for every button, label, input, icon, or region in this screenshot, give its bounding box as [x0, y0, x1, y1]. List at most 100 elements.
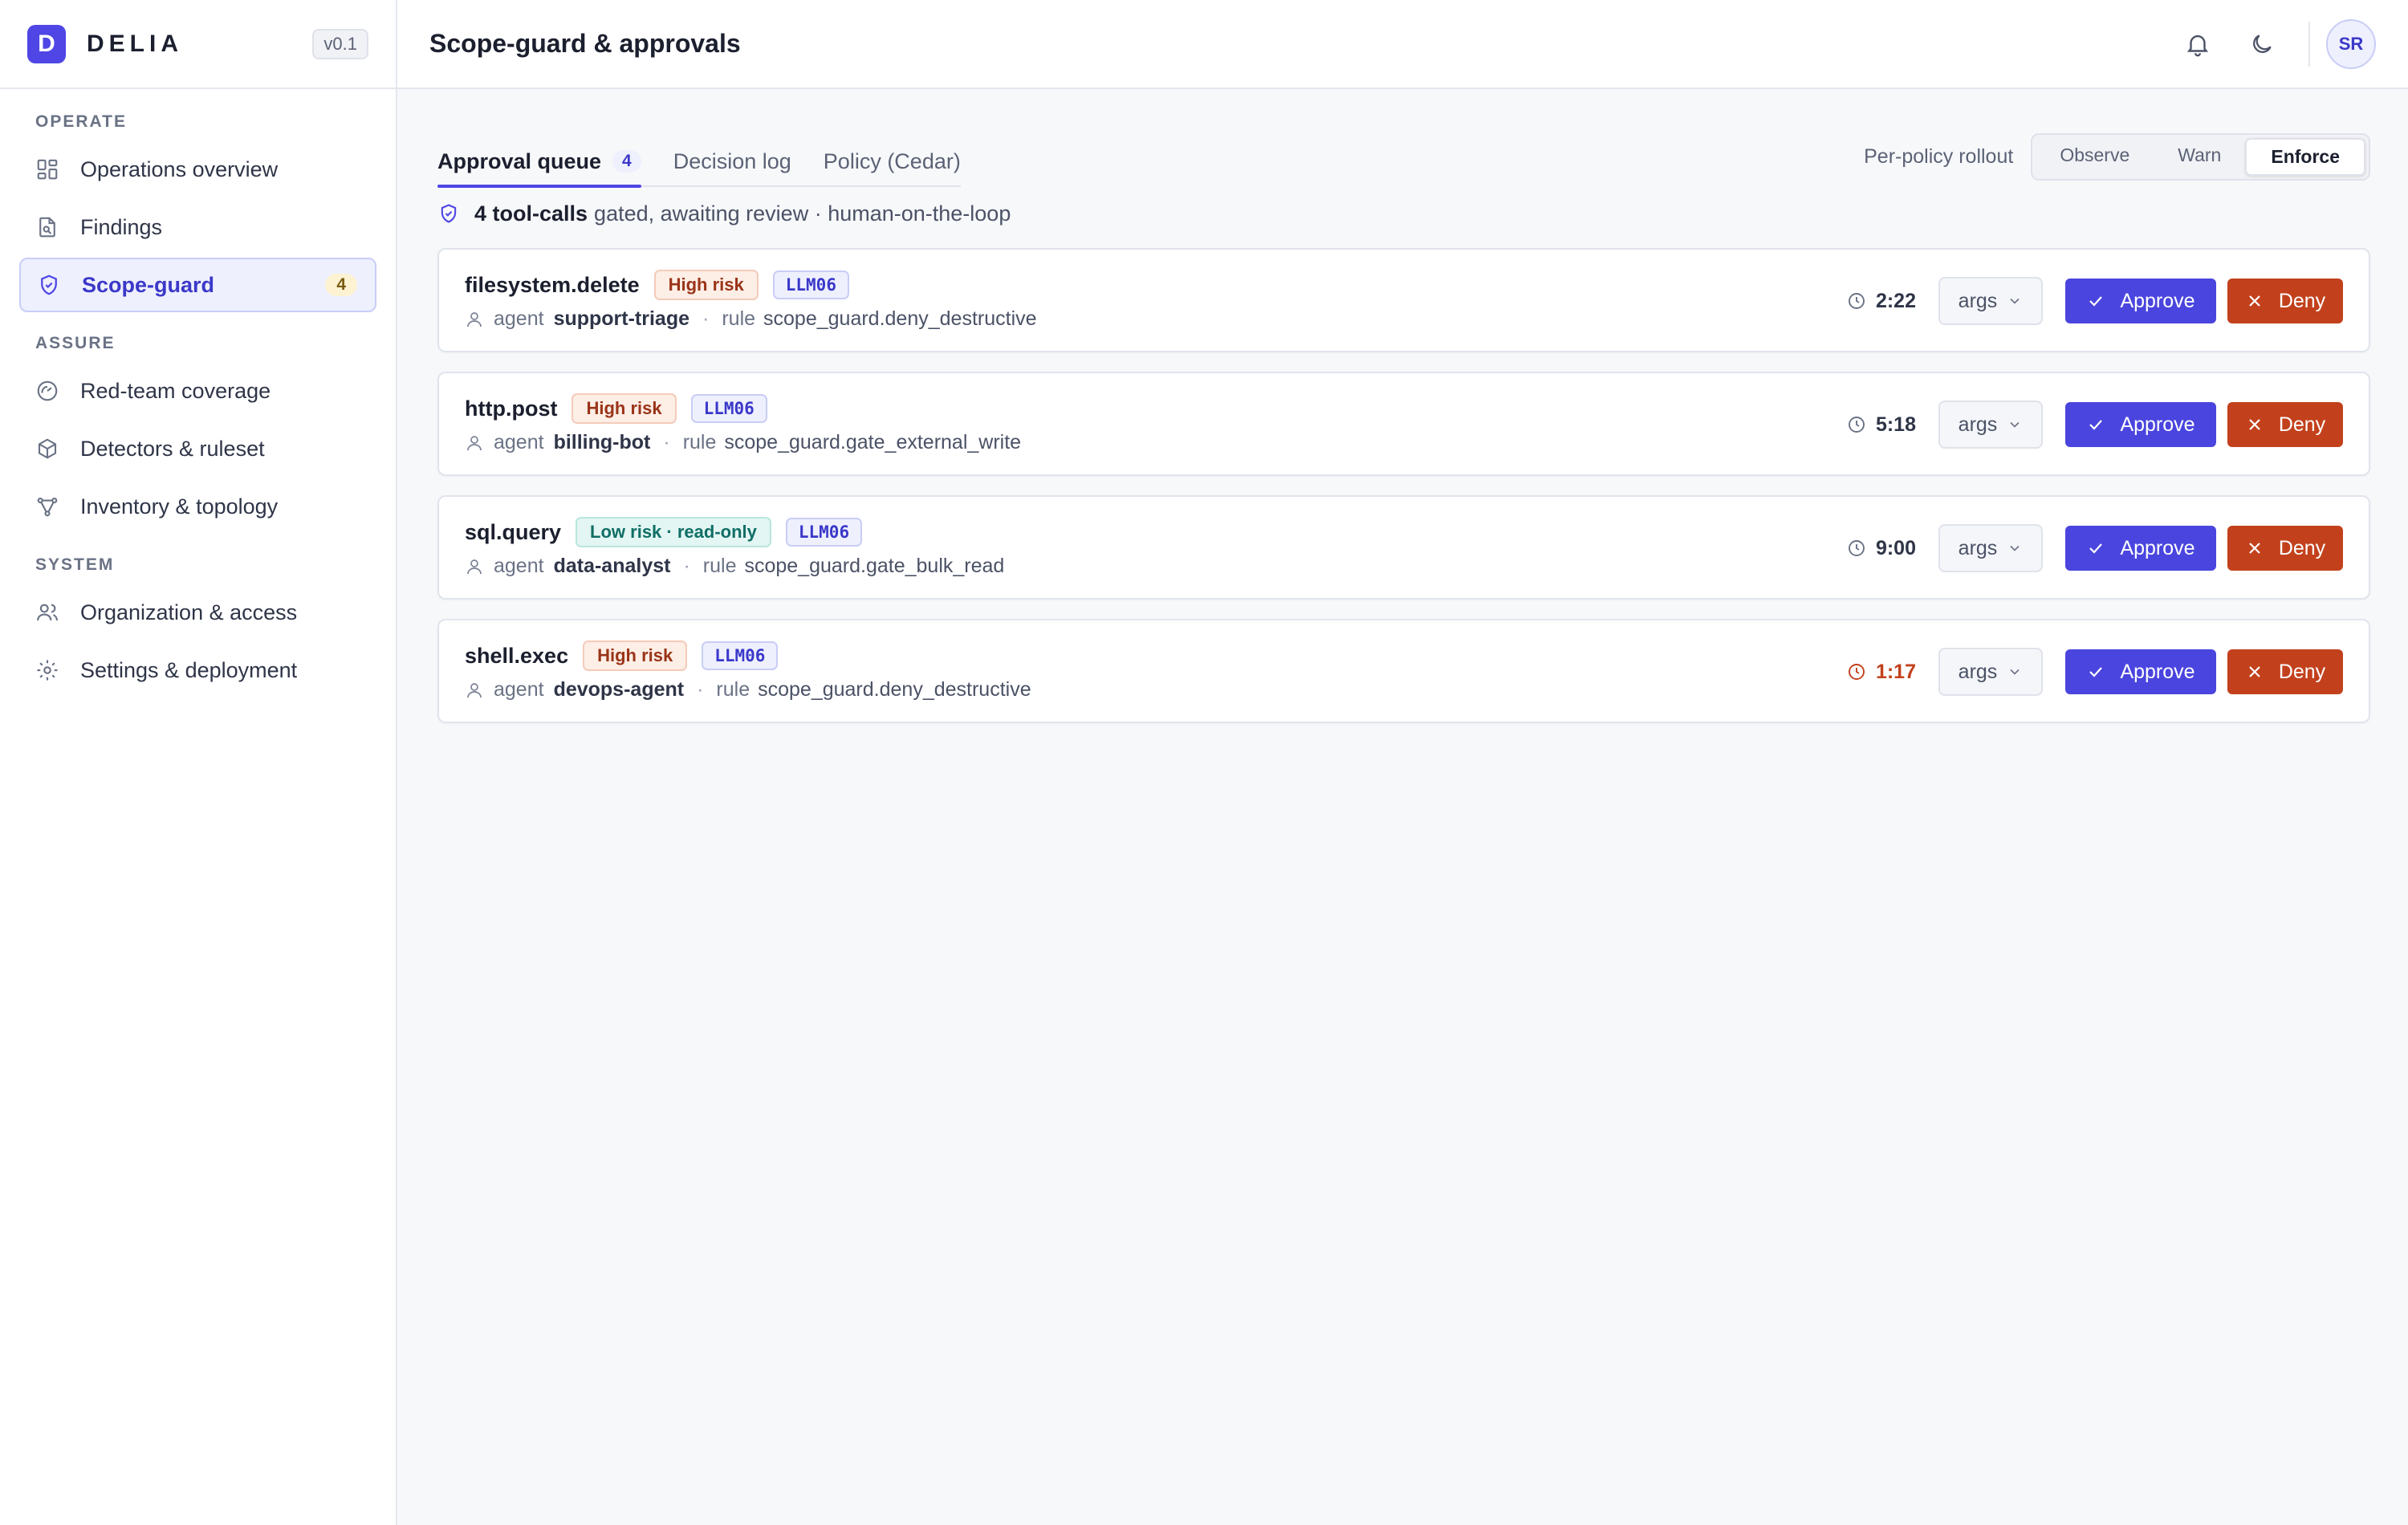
- args-label: args: [1958, 660, 1998, 683]
- rollout-option-warn[interactable]: Warn: [2154, 138, 2245, 176]
- close-icon: [2245, 662, 2264, 681]
- queue-summary: 4 tool-calls gated, awaiting review · hu…: [437, 190, 2370, 237]
- brand-header: D DELIA v0.1: [0, 0, 396, 89]
- deny-label: Deny: [2278, 413, 2326, 436]
- args-label: args: [1958, 413, 1998, 436]
- tab-label: Policy (Cedar): [823, 148, 961, 173]
- timer-value: 1:17: [1875, 660, 1916, 683]
- rule-label: rule: [716, 678, 750, 701]
- card-actions: 2:22 args Approve Deny: [1847, 277, 2343, 325]
- tab-label: Approval queue: [437, 148, 602, 173]
- brand-logo[interactable]: D: [27, 24, 66, 63]
- tool-name: http.post: [465, 396, 558, 421]
- grid-icon: [35, 157, 59, 181]
- approve-button[interactable]: Approve: [2065, 526, 2216, 571]
- agent-label: agent: [494, 555, 544, 577]
- countdown-timer: 9:00: [1847, 537, 1916, 560]
- tab-approval-queue[interactable]: Approval queue 4: [437, 137, 641, 188]
- user-icon: [465, 557, 484, 576]
- sidebar-item-label: Findings: [80, 214, 163, 239]
- owasp-tag: LLM06: [702, 641, 779, 670]
- shield-check-icon: [437, 202, 460, 225]
- clock-icon: [1847, 539, 1866, 558]
- meta-separator: ·: [702, 307, 710, 330]
- sidebar: D DELIA v0.1 OPERATE Operations overview…: [0, 0, 397, 1525]
- clock-icon: [1847, 415, 1866, 434]
- risk-badge: High risk: [583, 640, 688, 671]
- rule-name: scope_guard.deny_destructive: [758, 678, 1031, 701]
- sidebar-item-organization-access[interactable]: Organization & access: [19, 585, 376, 640]
- nav-section-system: SYSTEM: [35, 555, 115, 574]
- args-dropdown-button[interactable]: args: [1938, 401, 2043, 449]
- deny-button[interactable]: Deny: [2227, 649, 2343, 694]
- sidebar-item-detectors-ruleset[interactable]: Detectors & ruleset: [19, 421, 376, 476]
- timer-value: 9:00: [1875, 536, 1916, 559]
- tab-decision-log[interactable]: Decision log: [673, 137, 791, 185]
- card-title-row: shell.exec High risk LLM06: [465, 640, 1031, 671]
- rule-name: scope_guard.deny_destructive: [763, 307, 1037, 330]
- chevron-down-icon: [2007, 664, 2023, 680]
- agent-name: billing-bot: [553, 431, 651, 453]
- approval-queue-list: filesystem.delete High risk LLM06 agent …: [437, 248, 2370, 723]
- approve-button[interactable]: Approve: [2065, 402, 2216, 447]
- chevron-down-icon: [2007, 293, 2023, 309]
- card-meta: agent support-triage · rule scope_guard.…: [465, 307, 1037, 331]
- args-dropdown-button[interactable]: args: [1938, 277, 2043, 325]
- card-title-row: sql.query Low risk · read-only LLM06: [465, 517, 1004, 547]
- tool-name: shell.exec: [465, 643, 569, 668]
- approve-button[interactable]: Approve: [2065, 279, 2216, 323]
- sidebar-item-inventory-topology[interactable]: Inventory & topology: [19, 479, 376, 534]
- theme-toggle-button[interactable]: [2243, 25, 2281, 63]
- agent-label: agent: [494, 307, 544, 330]
- sidebar-item-label: Inventory & topology: [80, 494, 279, 518]
- sidebar-item-findings[interactable]: Findings: [19, 200, 376, 254]
- sidebar-item-operations-overview[interactable]: Operations overview: [19, 142, 376, 197]
- chevron-down-icon: [2007, 417, 2023, 433]
- topology-icon: [35, 494, 59, 518]
- tab-policy-cedar[interactable]: Policy (Cedar): [824, 137, 961, 185]
- agent-name: data-analyst: [553, 555, 671, 577]
- rollout-segmented-control: Observe Warn Enforce: [2031, 133, 2370, 181]
- args-label: args: [1958, 536, 1998, 559]
- rule-name: scope_guard.gate_bulk_read: [744, 555, 1005, 577]
- notifications-button[interactable]: [2178, 25, 2217, 63]
- deny-button[interactable]: Deny: [2227, 526, 2343, 571]
- card-meta: agent billing-bot · rule scope_guard.gat…: [465, 431, 1021, 454]
- approve-label: Approve: [2120, 289, 2195, 312]
- approval-card: sql.query Low risk · read-only LLM06 age…: [437, 495, 2370, 600]
- approve-button[interactable]: Approve: [2065, 649, 2216, 694]
- sidebar-item-settings-deployment[interactable]: Settings & deployment: [19, 643, 376, 697]
- check-icon: [2086, 539, 2105, 558]
- card-title-row: filesystem.delete High risk LLM06: [465, 270, 1037, 300]
- tab-bar: Approval queue 4 Decision log Policy (Ce…: [437, 89, 2370, 188]
- card-actions: 9:00 args Approve Deny: [1847, 524, 2343, 572]
- meta-separator: ·: [663, 431, 670, 453]
- sidebar-item-scope-guard[interactable]: Scope-guard 4: [19, 258, 376, 312]
- close-icon: [2245, 415, 2264, 434]
- brand-name: DELIA: [87, 30, 183, 57]
- sidebar-item-red-team-coverage[interactable]: Red-team coverage: [19, 364, 376, 418]
- meta-separator: ·: [697, 678, 704, 701]
- rollout-option-enforce[interactable]: Enforce: [2245, 138, 2365, 176]
- check-icon: [2086, 662, 2105, 681]
- deny-button[interactable]: Deny: [2227, 402, 2343, 447]
- rollout-option-observe[interactable]: Observe: [2036, 138, 2154, 176]
- topbar: Scope-guard & approvals SR: [397, 0, 2408, 89]
- tab-label: Decision log: [673, 148, 791, 173]
- args-dropdown-button[interactable]: args: [1938, 524, 2043, 572]
- tab-count-badge: 4: [612, 150, 641, 173]
- deny-button[interactable]: Deny: [2227, 279, 2343, 323]
- tabs: Approval queue 4 Decision log Policy (Ce…: [437, 137, 961, 188]
- topbar-divider: [2308, 21, 2310, 67]
- approve-label: Approve: [2120, 413, 2195, 436]
- sidebar-item-label: Detectors & ruleset: [80, 436, 265, 461]
- user-icon: [465, 433, 484, 453]
- owasp-tag: LLM06: [785, 518, 863, 547]
- agent-name: support-triage: [553, 307, 690, 330]
- countdown-timer: 2:22: [1847, 290, 1916, 313]
- args-dropdown-button[interactable]: args: [1938, 648, 2043, 696]
- approve-label: Approve: [2120, 660, 2195, 683]
- agent-label: agent: [494, 678, 544, 701]
- avatar[interactable]: SR: [2326, 18, 2376, 69]
- page-title: Scope-guard & approvals: [429, 29, 741, 58]
